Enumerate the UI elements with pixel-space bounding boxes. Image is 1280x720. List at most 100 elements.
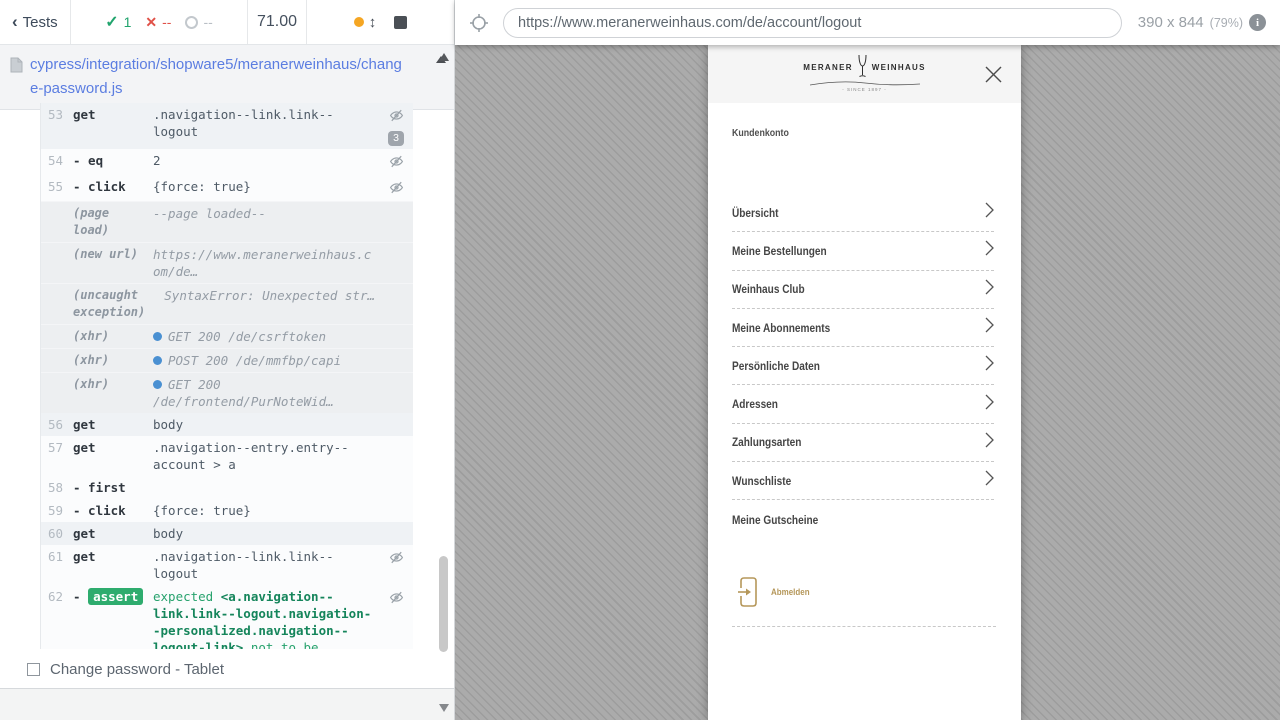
row-icons: [379, 479, 413, 496]
menu-item-label: Meine Gutscheine: [732, 512, 819, 527]
command-message: POST 200 /de/mmfbp/capi: [153, 352, 379, 369]
logout-label: Abmelden: [771, 586, 810, 598]
menu-item-label: Wunschliste: [732, 473, 792, 488]
command-message: GET 200 /de/frontend/PurNoteWid…: [153, 377, 334, 409]
scrollbar-down-icon[interactable]: [439, 704, 449, 712]
selector-playground-icon[interactable]: [469, 13, 489, 33]
failed-stat[interactable]: ✕ --: [145, 14, 171, 31]
x-icon: ✕: [145, 13, 158, 30]
app-viewport: MERANER WEINHAUS - SINCE 1897 - Kundenko…: [708, 45, 1021, 720]
row-icons: [379, 525, 413, 542]
eye-slash-icon[interactable]: [389, 153, 404, 172]
log-row[interactable]: 58 - first: [41, 476, 413, 499]
command-log: 53 get .navigation--link.link--logout 3 54 - …: [38, 103, 413, 720]
log-row[interactable]: 54 - eq 2: [41, 149, 413, 175]
line-number: 55: [48, 179, 64, 194]
command-name: get: [73, 417, 96, 432]
command-name: get: [73, 440, 96, 455]
log-row[interactable]: (xhr) GET 200 /de/frontend/PurNoteWid…: [41, 372, 413, 413]
spec-file-link[interactable]: cypress/integration/shopware5/meranerwei…: [30, 53, 410, 101]
log-row[interactable]: 56 get body: [41, 413, 413, 436]
line-number: 54: [48, 153, 64, 168]
log-row[interactable]: 61 get .navigation--link.link--logout: [41, 545, 413, 585]
menu-item[interactable]: Wunschliste: [732, 462, 994, 501]
menu-item[interactable]: Meine Abonnements: [732, 309, 994, 348]
autoscroll-arrows-icon[interactable]: ↕: [369, 14, 377, 31]
log-row[interactable]: (page load) --page loaded--: [41, 201, 413, 242]
row-icons: [379, 205, 413, 239]
back-to-tests-button[interactable]: ‹ Tests: [0, 0, 70, 44]
command-message: [153, 479, 379, 496]
log-row[interactable]: 59 - click {force: true}: [41, 499, 413, 522]
row-icons: [379, 502, 413, 519]
pending-stat[interactable]: --: [185, 14, 213, 30]
line-number: [41, 328, 73, 345]
log-row[interactable]: 57 get .navigation--entry.entry--account >…: [41, 436, 413, 476]
eye-slash-icon[interactable]: [389, 107, 404, 126]
log-row[interactable]: (xhr) POST 200 /de/mmfbp/capi: [41, 348, 413, 372]
menu-item[interactable]: Adressen: [732, 385, 994, 424]
logout-button[interactable]: Abmelden: [736, 576, 817, 608]
line-number: 61: [48, 549, 64, 564]
passed-stat[interactable]: ✓ 1: [105, 12, 131, 32]
command-name: (xhr): [73, 329, 110, 343]
cypress-runner-panel: ‹ Tests ✓ 1 ✕ -- -- 71.00 ↕ cypress/inte…: [0, 0, 455, 720]
scrollbar-up-icon[interactable]: [439, 53, 449, 61]
log-row[interactable]: (new url) https://www.meranerweinhaus.com…: [41, 242, 413, 283]
line-number: 58: [48, 480, 64, 495]
logo-word-left: MERANER: [803, 62, 853, 72]
log-row[interactable]: 53 get .navigation--link.link--logout 3: [41, 103, 413, 149]
xhr-dot-icon: [153, 356, 162, 365]
chevron-right-icon: [985, 394, 994, 410]
line-number: [41, 246, 73, 280]
xhr-dot-icon: [153, 380, 162, 389]
logo-word-right: WEINHAUS: [871, 62, 926, 72]
command-name: (page load): [73, 206, 110, 237]
menu-item[interactable]: Meine Gutscheine: [732, 500, 994, 538]
row-icons: [379, 548, 413, 582]
row-icons: [379, 178, 413, 198]
log-row[interactable]: 60 get body: [41, 522, 413, 545]
close-icon[interactable]: [983, 64, 1004, 85]
row-icons: [379, 439, 413, 473]
left-scrollbar[interactable]: [438, 45, 450, 720]
runner-toolbar: ‹ Tests ✓ 1 ✕ -- -- 71.00 ↕: [0, 0, 454, 45]
menu-item[interactable]: Weinhaus Club: [732, 271, 994, 309]
divider: [732, 626, 996, 627]
menu-item-label: Adressen: [732, 397, 778, 412]
info-icon[interactable]: i: [1249, 14, 1266, 31]
stop-button[interactable]: [394, 15, 408, 29]
eye-slash-icon[interactable]: [389, 179, 404, 198]
scrollbar-thumb[interactable]: [439, 556, 448, 652]
account-section-label: Kundenkonto: [732, 127, 789, 139]
viewport-size: 390 x 844 (79%) i: [1138, 14, 1266, 31]
browser-bar: https://www.meranerweinhaus.com/de/accou…: [455, 0, 1280, 45]
assert-text: expected: [153, 589, 221, 604]
log-row[interactable]: 55 - click {force: true}: [41, 175, 413, 201]
back-label: Tests: [22, 13, 58, 31]
line-number: [41, 205, 73, 239]
menu-item[interactable]: Zahlungsarten: [732, 424, 994, 463]
command-message: body: [153, 526, 184, 541]
circle-icon: [185, 15, 199, 29]
menu-item-label: Zahlungsarten: [732, 435, 802, 450]
autoscroll-dot-icon: [353, 17, 364, 27]
viewport-zoom: (79%): [1209, 15, 1243, 30]
menu-item[interactable]: Meine Bestellungen: [732, 232, 994, 271]
chevron-right-icon: [985, 279, 994, 295]
test-checkbox[interactable]: [27, 662, 40, 676]
command-message: GET 200 /de/csrftoken: [153, 328, 379, 345]
logo: MERANER WEINHAUS - SINCE 1897 -: [708, 54, 1021, 92]
log-row[interactable]: (uncaught exception) SyntaxError: Unexpec…: [41, 283, 413, 324]
menu-item[interactable]: Persönliche Daten: [732, 347, 994, 386]
row-icons: [379, 328, 413, 345]
menu-item[interactable]: Übersicht: [732, 194, 994, 233]
url-field[interactable]: https://www.meranerweinhaus.com/de/accou…: [503, 7, 1122, 38]
chevron-right-icon: [985, 432, 994, 448]
row-icons: [379, 287, 413, 321]
elapsed-time: 71.00: [247, 0, 307, 44]
log-row[interactable]: (xhr) GET 200 /de/csrftoken: [41, 324, 413, 348]
row-icons: [379, 416, 413, 433]
eye-slash-icon[interactable]: [389, 549, 404, 568]
eye-slash-icon[interactable]: [389, 589, 404, 608]
